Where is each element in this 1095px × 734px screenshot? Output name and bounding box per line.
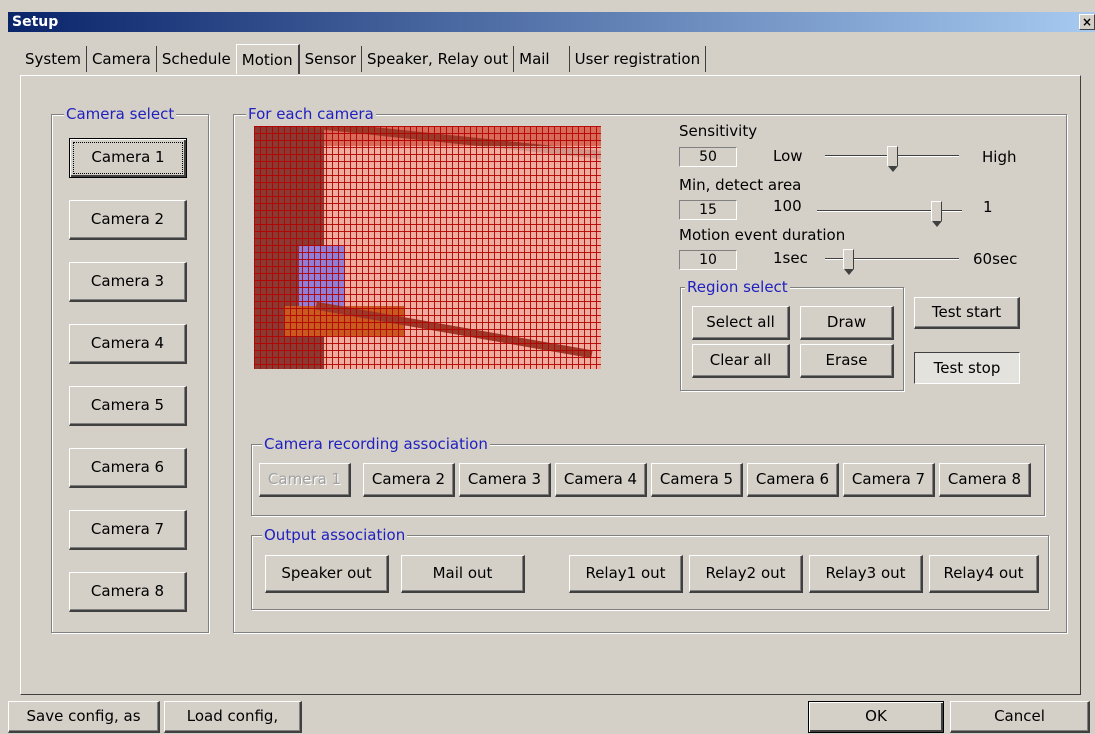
- camera-select-6-button[interactable]: Camera 6: [69, 448, 187, 488]
- sensitivity-label: Sensitivity: [679, 122, 758, 140]
- relay4-out-button[interactable]: Relay4 out: [929, 555, 1039, 593]
- tab-camera[interactable]: Camera: [86, 46, 157, 72]
- camera-select-3-button[interactable]: Camera 3: [69, 262, 187, 302]
- relay1-out-button[interactable]: Relay1 out: [569, 555, 683, 593]
- recording-camera-7-button[interactable]: Camera 7: [843, 463, 935, 497]
- cancel-button[interactable]: Cancel: [950, 701, 1090, 733]
- camera-select-8-button[interactable]: Camera 8: [69, 572, 187, 612]
- min-detect-area-min-label: 100: [773, 197, 802, 215]
- erase-button[interactable]: Erase: [800, 344, 894, 378]
- draw-button[interactable]: Draw: [800, 306, 894, 340]
- camera-select-5-button[interactable]: Camera 5: [69, 386, 187, 426]
- motion-event-duration-label: Motion event duration: [679, 226, 846, 244]
- min-detect-area-thumb[interactable]: [931, 201, 942, 227]
- motion-tab-page: Camera select Camera 1 Camera 2 Camera 3…: [20, 75, 1081, 695]
- min-detect-area-label: Min, detect area: [679, 176, 802, 194]
- tab-system[interactable]: System: [20, 46, 87, 72]
- clear-all-button[interactable]: Clear all: [692, 344, 790, 378]
- load-config-button[interactable]: Load config,: [164, 701, 302, 733]
- tab-strip: System Camera Schedule Motion Sensor Spe…: [20, 44, 707, 74]
- camera-select-1-button[interactable]: Camera 1: [69, 138, 187, 178]
- region-grid[interactable]: [254, 126, 601, 369]
- sensitivity-slider[interactable]: [825, 146, 959, 172]
- camera-select-title: Camera select: [64, 105, 177, 123]
- test-stop-button[interactable]: Test stop: [914, 352, 1020, 384]
- recording-camera-4-button[interactable]: Camera 4: [555, 463, 647, 497]
- recording-camera-8-button[interactable]: Camera 8: [939, 463, 1031, 497]
- tab-user-registration[interactable]: User registration: [568, 46, 707, 72]
- camera-select-4-button[interactable]: Camera 4: [69, 324, 187, 364]
- title-bar: Setup ×: [8, 12, 1095, 32]
- recording-camera-1-button: Camera 1: [259, 463, 351, 497]
- motion-region-preview[interactable]: [254, 126, 601, 369]
- sensitivity-min-label: Low: [773, 147, 803, 165]
- mail-out-button[interactable]: Mail out: [401, 555, 525, 593]
- tab-motion[interactable]: Motion: [235, 44, 300, 74]
- window-title: Setup: [12, 14, 59, 30]
- tab-speaker-relay-out[interactable]: Speaker, Relay out: [362, 46, 515, 72]
- recording-association-title: Camera recording association: [262, 435, 490, 453]
- test-start-button[interactable]: Test start: [914, 297, 1020, 329]
- select-all-button[interactable]: Select all: [692, 306, 790, 340]
- camera-select-7-button[interactable]: Camera 7: [69, 510, 187, 550]
- sensitivity-thumb[interactable]: [887, 146, 898, 172]
- motion-event-duration-slider[interactable]: [825, 249, 959, 275]
- save-config-button[interactable]: Save config, as: [8, 701, 160, 733]
- motion-event-duration-min-label: 1sec: [773, 249, 808, 267]
- recording-camera-2-button[interactable]: Camera 2: [363, 463, 455, 497]
- min-detect-area-slider[interactable]: [817, 201, 962, 227]
- tab-schedule[interactable]: Schedule: [156, 46, 236, 72]
- camera-select-group: Camera select: [51, 105, 209, 633]
- motion-event-duration-thumb[interactable]: [843, 249, 854, 275]
- tab-mail[interactable]: Mail: [514, 46, 555, 72]
- min-detect-area-max-label: 1: [983, 198, 993, 216]
- speaker-out-button[interactable]: Speaker out: [265, 555, 389, 593]
- min-detect-area-value: 15: [679, 200, 737, 220]
- sensitivity-value: 50: [679, 147, 737, 167]
- camera-select-2-button[interactable]: Camera 2: [69, 200, 187, 240]
- setup-window: Setup × System Camera Schedule Motion Se…: [0, 0, 1095, 734]
- recording-camera-3-button[interactable]: Camera 3: [459, 463, 551, 497]
- motion-event-duration-max-label: 60sec: [973, 250, 1018, 268]
- recording-camera-5-button[interactable]: Camera 5: [651, 463, 743, 497]
- recording-camera-6-button[interactable]: Camera 6: [747, 463, 839, 497]
- output-association-title: Output association: [262, 526, 408, 544]
- relay3-out-button[interactable]: Relay3 out: [809, 555, 923, 593]
- close-icon[interactable]: ×: [1079, 14, 1095, 30]
- ok-button[interactable]: OK: [808, 701, 944, 733]
- relay2-out-button[interactable]: Relay2 out: [689, 555, 803, 593]
- sensitivity-max-label: High: [982, 148, 1017, 166]
- region-select-title: Region select: [685, 278, 790, 296]
- for-each-camera-title: For each camera: [246, 105, 376, 123]
- motion-event-duration-value: 10: [679, 250, 737, 270]
- tab-sensor[interactable]: Sensor: [299, 46, 363, 72]
